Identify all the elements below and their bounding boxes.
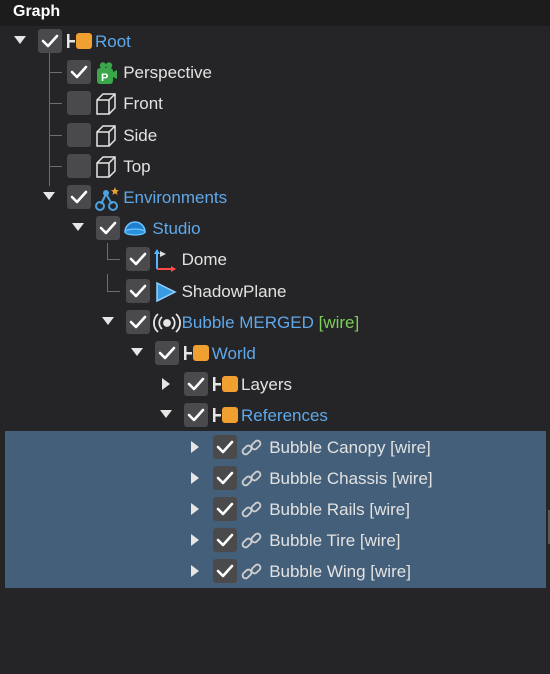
tree-row-bubble-tire[interactable]: Bubble Tire [wire] [0, 525, 550, 556]
visibility-checkbox[interactable] [213, 434, 238, 459]
expand-arrow-icon[interactable] [191, 471, 200, 484]
visibility-checkbox[interactable] [125, 309, 150, 334]
node-label[interactable]: Root [95, 32, 131, 52]
visibility-checkbox[interactable] [213, 497, 238, 521]
collapse-arrow-icon[interactable] [101, 316, 114, 325]
ortho-camera-icon [94, 92, 118, 116]
expand-arrow-icon[interactable] [162, 378, 170, 391]
scene-graph-tree[interactable]: Root P Perspective Front Side Top Environ… [0, 26, 550, 674]
node-label[interactable]: Bubble Wing [wire] [269, 562, 411, 582]
shadow-plane-icon [153, 280, 177, 302]
visibility-checkbox[interactable] [67, 185, 92, 209]
visibility-checkbox[interactable] [213, 465, 238, 490]
environment-dome-icon [123, 217, 147, 239]
link-icon [240, 467, 264, 489]
ortho-camera-icon [94, 155, 118, 178]
node-label[interactable]: Side [123, 126, 157, 146]
graph-panel-header: Graph [0, 0, 550, 26]
node-label[interactable]: Layers [241, 375, 292, 395]
expand-arrow-icon[interactable] [191, 534, 200, 547]
node-label[interactable]: Top [123, 157, 150, 177]
dome-light-icon [153, 248, 177, 273]
group-node-icon [182, 342, 209, 364]
node-tag: [wire] [313, 312, 360, 332]
panel-title: Graph [13, 3, 61, 20]
group-node-icon [211, 373, 238, 395]
collapse-arrow-icon[interactable] [72, 223, 85, 232]
link-icon [240, 529, 264, 551]
environments-icon [94, 186, 120, 211]
node-label[interactable]: Environments [123, 188, 227, 208]
tree-row-front[interactable]: Front [0, 88, 550, 119]
node-label[interactable]: ShadowPlane [182, 282, 287, 302]
node-label[interactable]: Bubble Tire [wire] [269, 531, 400, 551]
node-label[interactable]: Studio [152, 219, 200, 239]
node-label[interactable]: References [241, 406, 328, 426]
tree-row-perspective[interactable]: P Perspective [0, 57, 550, 88]
collapse-arrow-icon[interactable] [14, 36, 26, 44]
visibility-checkbox[interactable] [38, 29, 62, 53]
tree-row-references[interactable]: References [0, 400, 550, 431]
visibility-checkbox[interactable] [67, 153, 92, 178]
node-label[interactable]: Perspective [123, 63, 212, 83]
expand-arrow-icon[interactable] [191, 503, 200, 515]
tree-row-side[interactable]: Side [0, 120, 550, 151]
expand-arrow-icon[interactable] [191, 440, 200, 453]
node-label[interactable]: Bubble Canopy [wire] [269, 438, 431, 458]
tree-row-bubble-chassis[interactable]: Bubble Chassis [wire] [0, 463, 550, 494]
tree-row-bubble-wing[interactable]: Bubble Wing [wire] [0, 556, 550, 587]
visibility-checkbox[interactable] [213, 528, 238, 553]
visibility-checkbox[interactable] [184, 403, 208, 428]
tree-row-dome[interactable]: Dome [0, 244, 550, 275]
group-node-icon [211, 404, 238, 426]
visibility-checkbox[interactable] [154, 341, 179, 365]
svg-text:P: P [101, 72, 108, 84]
visibility-checkbox[interactable] [213, 559, 238, 584]
tree-row-bubble-rails[interactable]: Bubble Rails [wire] [0, 494, 550, 525]
link-icon [240, 560, 264, 582]
visibility-checkbox[interactable] [67, 122, 92, 147]
node-label[interactable]: Bubble MERGED [wire] [182, 313, 360, 333]
node-label[interactable]: World [212, 344, 256, 364]
node-label[interactable]: Bubble Chassis [wire] [269, 469, 432, 489]
node-label[interactable]: Front [123, 94, 163, 114]
collapse-arrow-icon[interactable] [43, 192, 56, 200]
expand-arrow-icon[interactable] [191, 565, 200, 578]
tree-row-studio[interactable]: Studio [0, 213, 550, 244]
link-icon [240, 436, 264, 458]
tree-row-root[interactable]: Root [0, 26, 550, 57]
radio-source-icon [152, 311, 181, 333]
group-node-icon [65, 30, 92, 52]
tree-row-world[interactable]: World [0, 338, 550, 369]
visibility-checkbox[interactable] [125, 278, 150, 303]
visibility-checkbox[interactable] [96, 216, 121, 241]
link-icon [240, 498, 264, 520]
tree-row-environments[interactable]: Environments [0, 182, 550, 213]
tree-row-shadowplane[interactable]: ShadowPlane [0, 276, 550, 307]
visibility-checkbox[interactable] [67, 60, 92, 85]
ortho-camera-icon [94, 124, 118, 147]
collapse-arrow-icon[interactable] [160, 410, 172, 419]
visibility-checkbox[interactable] [125, 247, 150, 272]
visibility-checkbox[interactable] [67, 91, 92, 116]
collapse-arrow-icon[interactable] [130, 348, 143, 356]
tree-row-layers[interactable]: Layers [0, 369, 550, 400]
node-label[interactable]: Dome [182, 250, 227, 270]
perspective-camera-icon: P [94, 61, 118, 85]
visibility-checkbox[interactable] [184, 372, 208, 397]
tree-row-top[interactable]: Top [0, 151, 550, 182]
tree-row-bubble-merged[interactable]: Bubble MERGED [wire] [0, 307, 550, 338]
tree-row-bubble-canopy[interactable]: Bubble Canopy [wire] [0, 432, 550, 463]
node-label[interactable]: Bubble Rails [wire] [269, 500, 410, 520]
